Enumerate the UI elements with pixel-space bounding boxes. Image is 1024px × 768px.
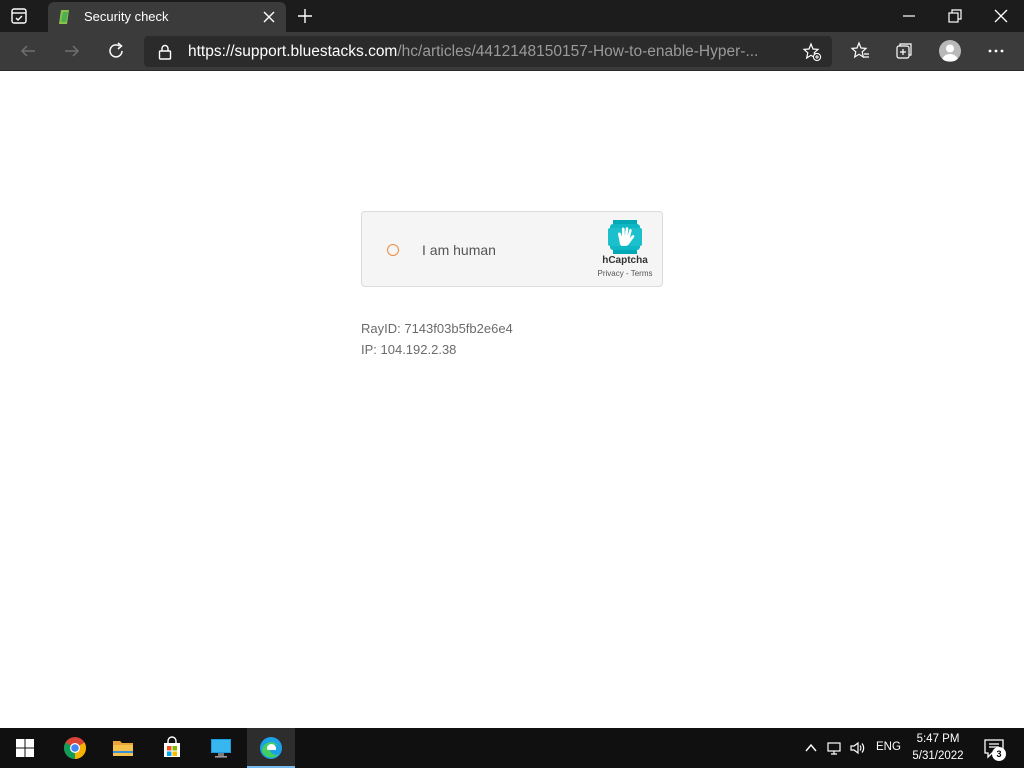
- chevron-up-icon[interactable]: [803, 740, 819, 756]
- ray-id: RayID: 7143f03b5fb2e6e4: [361, 321, 513, 336]
- close-window-icon[interactable]: [992, 7, 1010, 25]
- privacy-link[interactable]: Privacy: [598, 269, 624, 278]
- clock-date[interactable]: 5/31/2022: [904, 750, 972, 762]
- tab-security-check[interactable]: Security check: [48, 2, 286, 32]
- link-separator: -: [623, 269, 631, 278]
- address-bar[interactable]: https://support.bluestacks.com/hc/articl…: [144, 36, 832, 67]
- captcha-links: Privacy - Terms: [582, 269, 668, 278]
- checkbox-label: I am human: [422, 242, 496, 258]
- tab-bar: Security check: [0, 0, 1024, 32]
- more-menu-icon[interactable]: [986, 41, 1006, 61]
- edge-icon[interactable]: [259, 736, 283, 760]
- add-favorite-icon[interactable]: [802, 42, 822, 62]
- clock-time[interactable]: 5:47 PM: [910, 733, 966, 745]
- taskbar: ENG 5:47 PM 5/31/2022 3: [0, 728, 1024, 768]
- minimize-icon[interactable]: [900, 8, 918, 24]
- restore-icon[interactable]: [946, 7, 964, 25]
- language-indicator[interactable]: ENG: [876, 741, 901, 753]
- refresh-icon[interactable]: [106, 41, 126, 61]
- chrome-icon[interactable]: [63, 736, 87, 760]
- collections-icon[interactable]: [894, 41, 914, 61]
- terms-link[interactable]: Terms: [631, 269, 653, 278]
- url-path: /hc/articles/4412148150157-How-to-enable…: [397, 43, 759, 60]
- volume-icon[interactable]: [849, 740, 865, 756]
- url-domain: https://support.bluestacks.com: [188, 43, 398, 60]
- network-icon[interactable]: [826, 740, 842, 756]
- back-arrow-icon[interactable]: [18, 41, 38, 61]
- close-tab-icon[interactable]: [262, 10, 276, 24]
- file-explorer-icon[interactable]: [111, 736, 135, 760]
- browser-toolbar: https://support.bluestacks.com/hc/articl…: [0, 32, 1024, 71]
- ip-address: IP: 104.192.2.38: [361, 342, 457, 357]
- forward-arrow-icon[interactable]: [62, 41, 82, 61]
- lock-icon[interactable]: [158, 44, 172, 60]
- hcaptcha-brand: hCaptcha: [602, 255, 648, 266]
- favorites-icon[interactable]: [850, 41, 870, 61]
- new-tab-icon[interactable]: [296, 7, 314, 25]
- browser-window: Security check https://support.bluestack…: [0, 0, 1024, 768]
- tab-title: Security check: [84, 9, 169, 24]
- profile-icon: [942, 44, 958, 61]
- hcaptcha-logo-icon[interactable]: [608, 220, 642, 254]
- human-checkbox[interactable]: [387, 244, 399, 256]
- hcaptcha-widget: I am human hCaptcha Privacy - Terms: [361, 211, 663, 287]
- notification-count-badge: 3: [992, 747, 1006, 761]
- tab-actions-icon[interactable]: [10, 7, 28, 25]
- profile-avatar[interactable]: [939, 40, 961, 62]
- windows-start-icon[interactable]: [13, 736, 37, 760]
- url-text[interactable]: https://support.bluestacks.com/hc/articl…: [188, 43, 784, 61]
- desktop-icon[interactable]: [209, 736, 233, 760]
- store-icon[interactable]: [160, 736, 184, 760]
- bluestacks-favicon-icon: [59, 10, 69, 24]
